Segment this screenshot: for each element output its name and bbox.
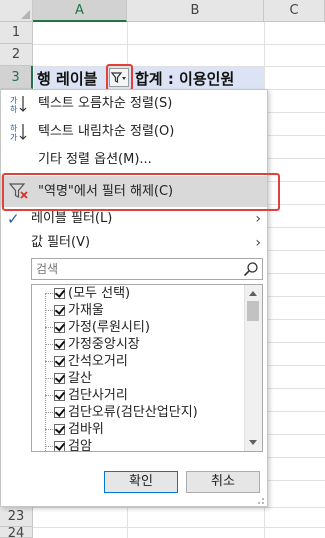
list-item[interactable]: 가재울 [32,302,242,320]
list-item-label: 간석오거리 [68,354,128,369]
search-icon[interactable] [243,261,259,277]
list-item-label: 검암 [68,439,92,452]
list-item[interactable]: 갈산 [32,370,242,388]
menu-item-label: 텍스트 오름차순 정렬(S) [38,96,173,111]
filter-applied-icon [110,72,126,83]
list-item-select-all[interactable]: (모두 선택) [32,285,242,303]
tree-connector [45,429,53,430]
row-header-23[interactable]: 23 [0,507,33,527]
menu-item-label: 텍스트 내림차순 정렬(O) [38,124,175,139]
menu-item-clear-filter[interactable]: "역명"에서 필터 해제(C) [1,176,267,207]
checkbox-checked[interactable] [54,424,65,435]
list-item[interactable]: 가정(루원시티) [32,319,242,337]
list-item[interactable]: 검단오류(검단산업단지) [32,404,242,422]
checkbox-checked[interactable] [54,390,65,401]
svg-text:가: 가 [10,96,18,105]
tree-connector [45,293,53,294]
checkbox-checked[interactable] [54,373,65,384]
tree-connector [45,378,53,379]
column-header-c[interactable]: C [264,0,325,22]
menu-item-more-sort-options[interactable]: 기타 정렬 옵션(M)... [1,146,267,174]
tree-connector [45,395,53,396]
menu-item-sort-ascending[interactable]: 가 하 텍스트 오름차순 정렬(S) [1,90,267,118]
scroll-down-arrow-icon[interactable] [249,440,257,445]
row-header-2[interactable]: 2 [0,44,33,66]
column-header-a[interactable]: A [33,0,127,22]
resize-grip-icon[interactable] [257,497,265,505]
checkbox-checked[interactable] [54,288,65,299]
sort-ascending-icon: 가 하 [10,96,27,114]
list-item[interactable]: 검단사거리 [32,387,242,405]
filter-search-input[interactable] [34,260,241,278]
checkbox-checked[interactable] [54,407,65,418]
select-all-corner[interactable] [0,0,33,22]
cancel-button[interactable]: 취소 [186,471,260,493]
select-all-triangle-icon [21,10,30,19]
menu-item-label: 기타 정렬 옵션(M)... [38,152,152,167]
checkmark-icon: ✓ [7,210,20,228]
scroll-up-arrow-icon[interactable] [249,291,257,296]
list-item[interactable]: 검바위 [32,421,242,439]
filter-search-box[interactable] [31,258,263,280]
list-item-label: 가정중앙시장 [68,337,140,352]
row-header-1[interactable]: 1 [0,22,33,44]
cell-a3-row-labels[interactable]: 행 레이블 [37,68,97,89]
menu-item-value-filter[interactable]: 값 필터(V) › [1,231,267,255]
tree-connector [45,327,53,328]
row-header-24[interactable]: 24 [0,527,33,538]
svg-text:가: 가 [10,133,18,142]
checkbox-checked[interactable] [54,322,65,333]
tree-connector [45,361,53,362]
svg-text:하: 하 [10,123,18,133]
checkbox-checked[interactable] [54,305,65,316]
list-item-label: 가정(루원시티) [68,320,150,335]
row-label-filter-button[interactable] [109,68,129,87]
list-item-label: 가재울 [68,303,104,318]
menu-item-label: 레이블 필터(L) [31,211,113,226]
column-header-b[interactable]: B [127,0,264,22]
svg-text:하: 하 [10,104,18,114]
row-header-3[interactable]: 3 [0,66,33,89]
tree-connector [45,344,53,345]
scroll-thumb[interactable] [247,301,259,321]
checkbox-checked[interactable] [54,441,65,451]
list-item[interactable]: 검암 [32,438,242,452]
sort-descending-icon: 하 가 [10,123,27,142]
menu-item-sort-descending[interactable]: 하 가 텍스트 내림차순 정렬(O) [1,118,267,146]
list-item-label: (모두 선택) [68,286,131,301]
gridline [33,44,325,45]
menu-item-label: "역명"에서 필터 해제(C) [38,184,174,199]
list-item-label: 검단사거리 [68,388,128,403]
list-item-label: 검단오류(검단산업단지) [68,405,198,420]
filter-value-list: (모두 선택) 가재울 가정(루원시티) 가정중앙시장 간석오거리 갈산 검단사… [31,284,263,452]
cell-b3-sum-header[interactable]: 합계 : 이용인원 [135,68,234,89]
list-item[interactable]: 가정중앙시장 [32,336,242,354]
ok-button[interactable]: 확인 [104,471,178,493]
tree-connector [45,412,53,413]
checkbox-checked[interactable] [54,339,65,350]
submenu-arrow-icon: › [255,211,261,227]
tree-connector [45,310,53,311]
menu-item-label-filter[interactable]: ✓ 레이블 필터(L) › [1,207,267,231]
submenu-arrow-icon: › [255,235,261,251]
clear-filter-icon [8,183,28,199]
checkbox-checked[interactable] [54,356,65,367]
list-scrollbar[interactable] [244,285,262,451]
list-item-label: 갈산 [68,371,92,386]
gridline [33,507,325,508]
menu-item-label: 값 필터(V) [31,235,91,250]
gridline [33,527,325,528]
list-item-label: 검바위 [68,422,104,437]
list-item[interactable]: 간석오거리 [32,353,242,371]
tree-connector [45,446,53,447]
